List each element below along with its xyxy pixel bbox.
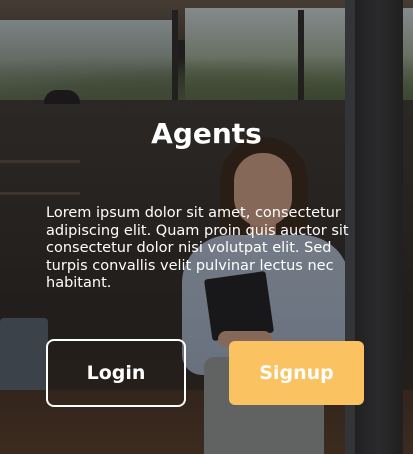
login-button[interactable]: Login: [46, 339, 186, 407]
page-title: Agents: [151, 117, 262, 150]
agents-card: Agents Lorem ipsum dolor sit amet, conse…: [0, 0, 413, 454]
hero-description: Lorem ipsum dolor sit amet, consectetur …: [46, 205, 349, 292]
signup-button[interactable]: Signup: [229, 341, 364, 405]
hero-content: Agents Lorem ipsum dolor sit amet, conse…: [0, 0, 413, 454]
